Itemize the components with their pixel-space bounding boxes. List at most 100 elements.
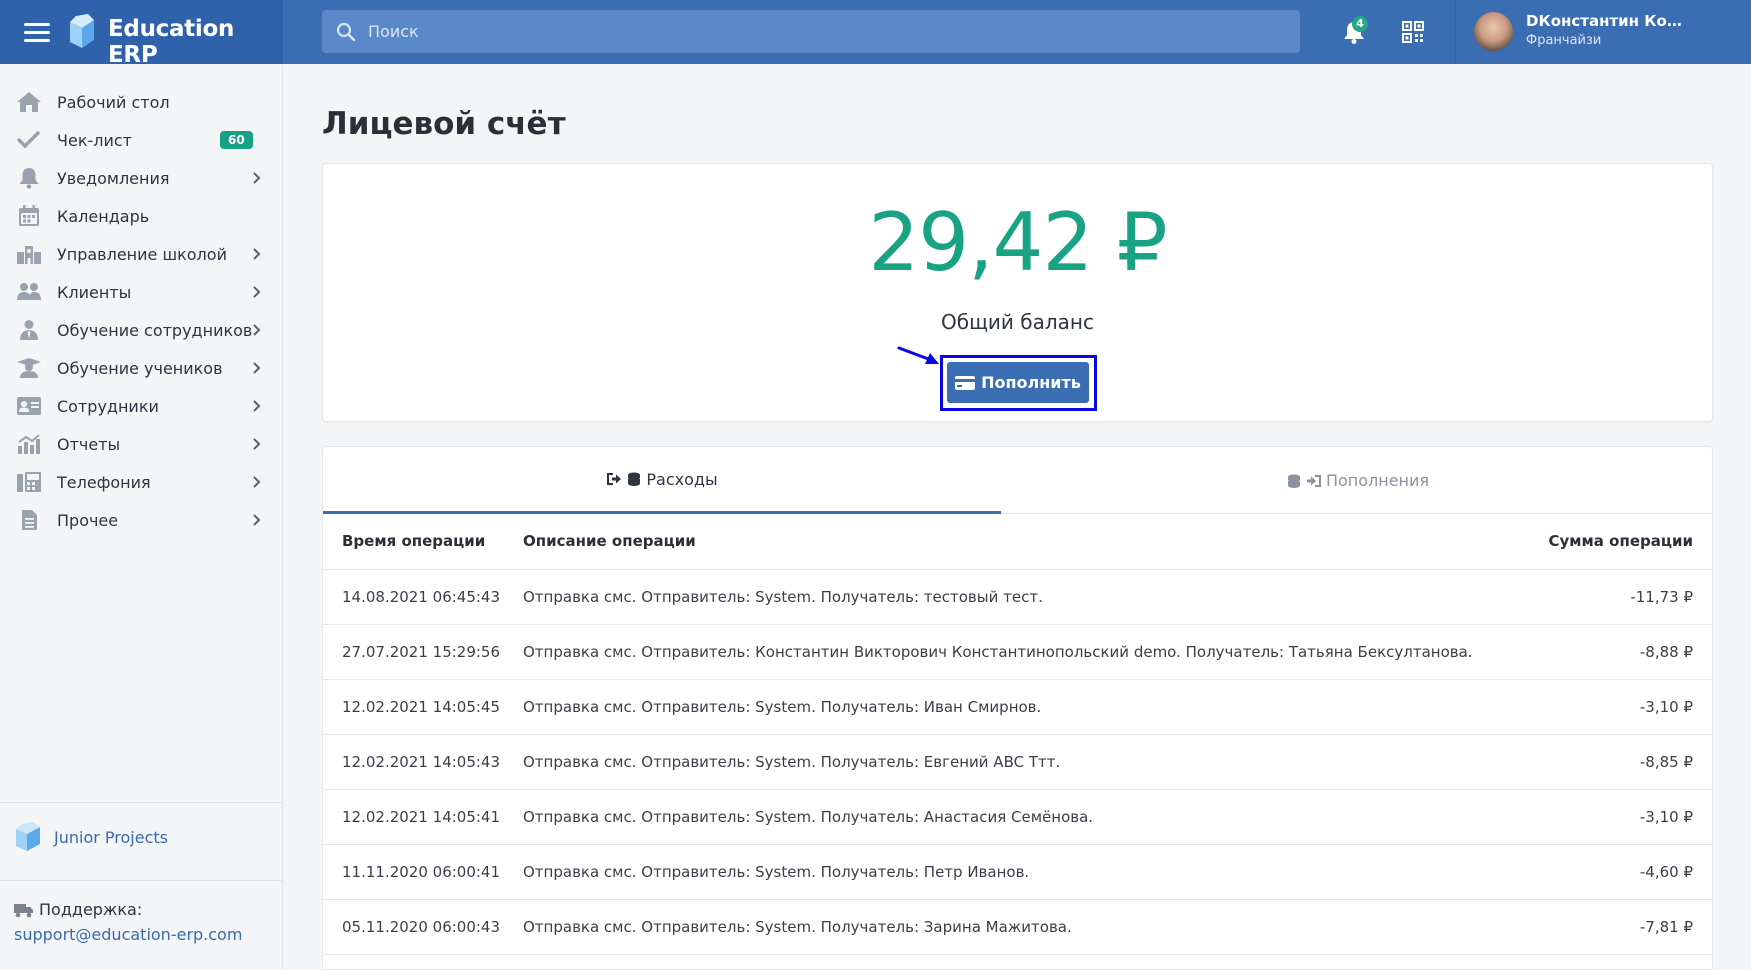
sidebar-item-reports[interactable]: Отчеты <box>0 425 283 463</box>
table-row: 05.11.2020 06:00:43 Отправка смс. Отправ… <box>323 899 1712 955</box>
balance-amount: 29,42 ₽ <box>868 196 1167 289</box>
file-icon <box>22 510 37 530</box>
operation-time: 27.07.2021 15:29:56 <box>323 624 504 680</box>
table-row: 12.02.2021 14:05:45 Отправка смс. Отправ… <box>323 679 1712 735</box>
sidebar-item-school-management[interactable]: Управление школой <box>0 235 283 273</box>
chart-icon <box>18 434 40 454</box>
table-row: 14.08.2021 06:45:43 Отправка смс. Отправ… <box>323 569 1712 625</box>
top-bar: Education ERP 4 DКонстантин Конс... Фран… <box>0 0 1751 68</box>
coins-icon <box>628 472 641 486</box>
school-icon <box>17 246 41 264</box>
education-erp-logo <box>70 14 94 48</box>
user-name[interactable]: DКонстантин Конс... <box>1526 12 1686 30</box>
sidebar-item-label: Телефония <box>57 472 151 492</box>
menu-toggle-icon[interactable] <box>24 23 50 43</box>
sign-in-icon <box>1306 474 1321 487</box>
id-card-icon <box>17 397 41 415</box>
sidebar-item-student-training[interactable]: Обучение учеников <box>0 349 283 387</box>
qr-code-icon[interactable] <box>1402 21 1424 43</box>
sidebar-item-clients[interactable]: Клиенты <box>0 273 283 311</box>
sidebar-item-telephony[interactable]: Телефония <box>0 463 283 501</box>
balance-card: 29,42 ₽ Общий баланс Пополнить <box>322 163 1713 422</box>
search-icon <box>336 22 356 41</box>
sidebar-divider <box>0 880 282 881</box>
sign-out-icon <box>607 473 622 485</box>
operation-time: 12.02.2021 14:05:45 <box>323 679 504 735</box>
home-icon <box>17 92 41 112</box>
user-tie-icon <box>20 320 38 340</box>
operation-description: Отправка смс. Отправитель: System. Получ… <box>504 569 1524 625</box>
operation-time: 05.11.2020 06:00:43 <box>323 899 504 955</box>
truck-icon <box>14 903 33 917</box>
notifications-count-badge: 4 <box>1352 16 1368 32</box>
chevron-right-icon <box>253 514 261 526</box>
user-avatar[interactable] <box>1474 12 1513 51</box>
operation-description: Отправка смс. Отправитель: Константин Ви… <box>504 624 1524 680</box>
page-title: Лицевой счёт <box>322 106 566 142</box>
operation-description: Отправка смс. Отправитель: System. Получ… <box>504 734 1524 790</box>
sidebar-item-label: Рабочий стол <box>57 92 170 112</box>
sidebar-item-employees[interactable]: Сотрудники <box>0 387 283 425</box>
junior-projects-logo <box>16 822 40 851</box>
junior-projects-name: Junior Projects <box>54 828 168 847</box>
sidebar-item-label: Обучение сотрудников <box>57 320 253 340</box>
sidebar-item-staff-training[interactable]: Обучение сотрудников <box>0 311 283 349</box>
sidebar-item-label: Отчеты <box>57 434 121 454</box>
sidebar-item-calendar[interactable]: Календарь <box>0 197 283 235</box>
sidebar-item-other[interactable]: Прочее <box>0 501 283 539</box>
junior-projects-link[interactable]: Junior Projects <box>14 822 168 852</box>
table-row: 11.11.2020 06:00:41 Отправка смс. Отправ… <box>323 844 1712 900</box>
support-label-text: Поддержка: <box>39 900 143 919</box>
operation-description: Отправка смс. Отправитель: System. Получ… <box>504 679 1524 735</box>
support-label: Поддержка: <box>14 900 142 919</box>
tab-topups[interactable]: Пополнения <box>1001 447 1712 514</box>
tab-expenses[interactable]: Расходы <box>323 447 1001 514</box>
brand-name[interactable]: Education ERP <box>108 16 283 68</box>
operation-description: Отправка смс. Отправитель: System. Получ… <box>504 789 1524 845</box>
operations-table: Время операции Описание операции Сумма о… <box>323 514 1712 955</box>
support-email-link[interactable]: support@education-erp.com <box>14 925 242 944</box>
sidebar-item-desktop[interactable]: Рабочий стол <box>0 83 283 121</box>
sidebar-item-label: Чек-лист <box>57 130 132 150</box>
column-header-time[interactable]: Время операции <box>323 514 504 570</box>
check-icon <box>17 131 40 149</box>
topbar-divider <box>1455 0 1456 64</box>
chevron-right-icon <box>253 438 261 450</box>
search-input[interactable] <box>368 22 1268 41</box>
tab-expenses-label: Расходы <box>646 469 718 489</box>
operation-time: 12.02.2021 14:05:41 <box>323 789 504 845</box>
sidebar-item-label: Клиенты <box>57 282 132 302</box>
operation-amount: -8,85 ₽ <box>1523 734 1712 790</box>
chevron-right-icon <box>253 286 261 298</box>
chevron-right-icon <box>253 172 261 184</box>
sidebar-divider <box>0 802 282 803</box>
operation-amount: -3,10 ₽ <box>1523 679 1712 735</box>
operation-amount: -7,81 ₽ <box>1523 899 1712 955</box>
table-header-row: Время операции Описание операции Сумма о… <box>323 514 1712 570</box>
chevron-right-icon <box>253 476 261 488</box>
graduate-icon <box>17 358 41 378</box>
search-bar[interactable] <box>322 10 1300 53</box>
sidebar-item-checklist[interactable]: Чек-лист 60 <box>0 121 283 159</box>
table-row: 12.02.2021 14:05:41 Отправка смс. Отправ… <box>323 789 1712 845</box>
credit-card-icon <box>955 375 976 390</box>
sidebar-item-notifications[interactable]: Уведомления <box>0 159 283 197</box>
operation-amount: -3,10 ₽ <box>1523 789 1712 845</box>
coins-icon <box>1287 474 1300 488</box>
operation-time: 11.11.2020 06:00:41 <box>323 844 504 900</box>
sidebar-item-label: Уведомления <box>57 168 170 188</box>
operation-amount: -8,88 ₽ <box>1523 624 1712 680</box>
calendar-icon <box>19 205 39 226</box>
sidebar-item-label: Календарь <box>57 206 150 226</box>
fax-icon <box>17 472 41 492</box>
users-icon <box>17 283 41 300</box>
operation-time: 12.02.2021 14:05:43 <box>323 734 504 790</box>
chevron-right-icon <box>253 324 261 336</box>
column-header-amount[interactable]: Сумма операции <box>1523 514 1712 570</box>
chevron-right-icon <box>253 400 261 412</box>
table-row: 27.07.2021 15:29:56 Отправка смс. Отправ… <box>323 624 1712 680</box>
column-header-description[interactable]: Описание операции <box>504 514 1524 570</box>
topup-button[interactable]: Пополнить <box>947 362 1089 403</box>
sidebar-item-label: Сотрудники <box>57 396 159 416</box>
balance-label: Общий баланс <box>941 310 1094 334</box>
